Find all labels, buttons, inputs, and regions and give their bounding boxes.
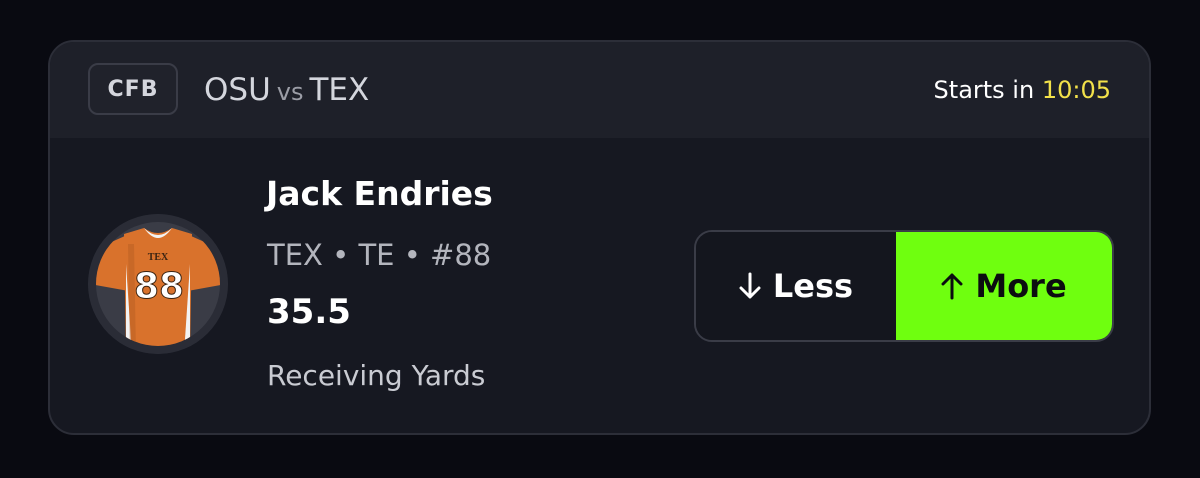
pick-toggle: Less More [694,230,1114,342]
less-label: Less [772,267,854,305]
arrow-up-icon [941,272,963,300]
starts-label: Starts in [933,76,1035,104]
start-time: Starts in 10:05 [934,74,1111,106]
jersey-icon: TEX 88 [88,214,228,354]
more-button[interactable]: More [896,232,1112,340]
vs-label: vs [276,78,304,106]
jersey-text: TEX [148,252,169,263]
more-label: More [975,267,1067,305]
card-header: CFB OSU vs TEX Starts in 10:05 [50,42,1149,138]
home-team: TEX [309,72,370,108]
league-badge: CFB [88,63,178,115]
projection-card[interactable]: CFB OSU vs TEX Starts in 10:05 TEX 88 Ja… [48,40,1151,435]
matchup: OSU vs TEX [204,70,369,112]
stat-label: Receiving Yards [267,359,486,392]
projection-line: 35.5 [267,292,351,332]
player-name: Jack Endries [266,174,493,213]
player-meta: TEX • TE • #88 [267,238,492,272]
away-team: OSU [204,72,271,108]
arrow-down-icon [739,272,761,300]
jersey-number: 88 [134,266,184,307]
player-avatar: TEX 88 [88,214,228,354]
countdown-timer: 10:05 [1041,76,1111,104]
less-button[interactable]: Less [696,232,896,340]
